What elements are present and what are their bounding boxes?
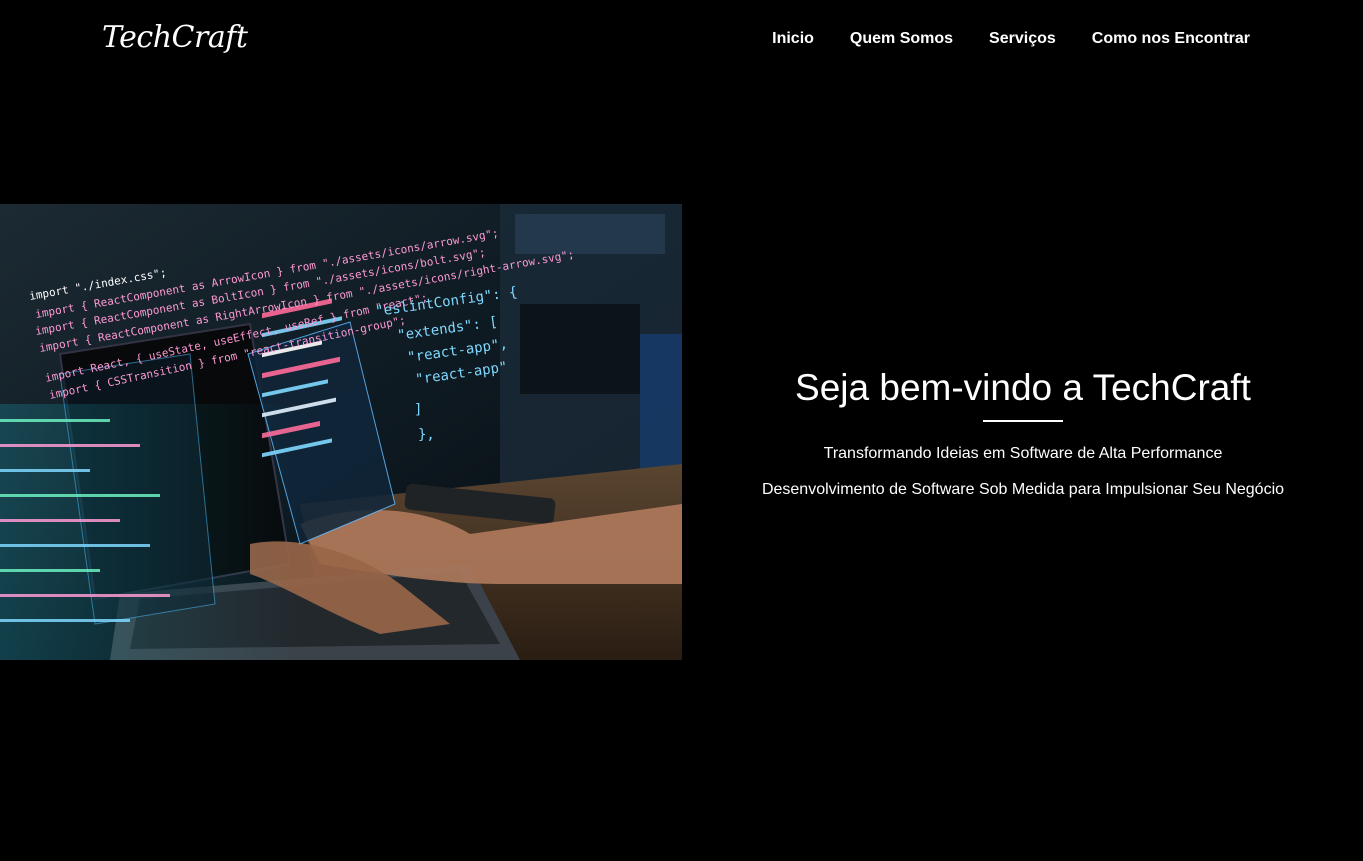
hero-subtitle: Transformando Ideias em Software de Alta… (823, 445, 1223, 462)
nav-item-servicos[interactable]: Serviços (989, 30, 1056, 48)
logo[interactable]: TechCraft (102, 20, 248, 55)
eslint-line: }, (418, 427, 435, 443)
main-nav: Inicio Quem Somos Serviços Como nos Enco… (772, 30, 1250, 48)
eslint-line: ] (414, 402, 422, 418)
nav-item-como-nos-encontrar[interactable]: Como nos Encontrar (1092, 30, 1250, 48)
hero-tagline: Desenvolvimento de Software Sob Medida p… (761, 481, 1285, 498)
hero-image: import "./index.css"; import { ReactComp… (0, 204, 682, 660)
site-header: TechCraft Inicio Quem Somos Serviços Com… (0, 0, 1363, 80)
nav-item-quem-somos[interactable]: Quem Somos (850, 30, 953, 48)
hero-title: Seja bem-vindo a TechCraft (795, 367, 1251, 408)
hero-divider (983, 420, 1063, 422)
nav-item-inicio[interactable]: Inicio (772, 30, 814, 48)
developer-coding-illustration: import "./index.css"; import { ReactComp… (0, 204, 682, 660)
hero-text: Seja bem-vindo a TechCraft Transformando… (690, 362, 1356, 508)
page: TechCraft Inicio Quem Somos Serviços Com… (0, 0, 1363, 861)
